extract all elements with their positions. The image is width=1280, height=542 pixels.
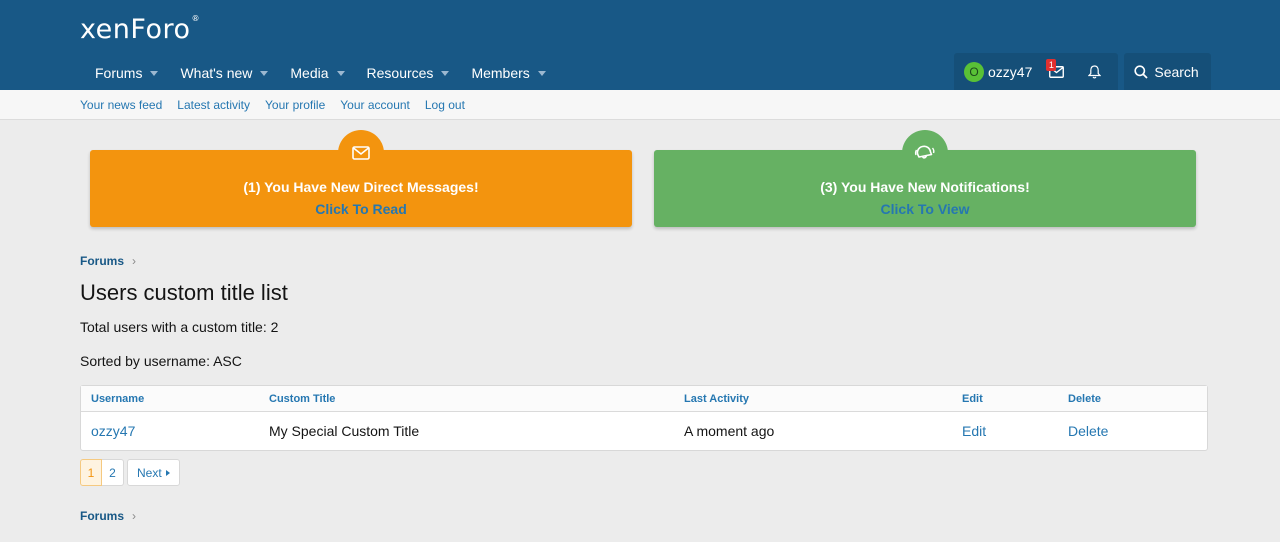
notifications-notice-link[interactable]: Click To View — [654, 201, 1196, 217]
breadcrumb: Forums › — [80, 254, 136, 268]
chevron-down-icon[interactable] — [441, 70, 450, 76]
inbox-button[interactable]: 1 — [1042, 53, 1071, 90]
notifications-notice-text: (3) You Have New Notifications! — [820, 179, 1030, 195]
header-last-activity[interactable]: Last Activity — [684, 393, 749, 405]
pagination: 1 2 Next — [80, 459, 180, 486]
subnav-news-feed[interactable]: Your news feed — [80, 98, 162, 112]
avatar: O — [964, 61, 984, 82]
bell-icon — [1087, 64, 1101, 78]
row-custom-title: My Special Custom Title — [269, 423, 420, 439]
search-icon — [1134, 64, 1148, 79]
messages-notice-badge — [338, 130, 384, 176]
next-page-label: Next — [137, 465, 162, 480]
breadcrumb-bottom: Forums › — [80, 509, 136, 523]
bell-icon — [914, 145, 935, 159]
search-label: Search — [1154, 63, 1199, 80]
chevron-down-icon[interactable] — [537, 70, 546, 76]
breadcrumb-forums-bottom[interactable]: Forums — [80, 509, 124, 523]
table-row: ozzy47 My Special Custom Title A moment … — [81, 412, 1207, 450]
envelope-icon — [352, 146, 370, 160]
total-count-text: Total users with a custom title: 2 — [80, 319, 279, 335]
chevron-down-icon[interactable] — [150, 70, 159, 76]
chevron-down-icon[interactable] — [260, 70, 269, 76]
page-2-button[interactable]: 2 — [102, 459, 124, 486]
nav-members[interactable]: Members — [460, 56, 556, 90]
main-nav: Forums What's new Media Resources Member… — [84, 56, 557, 90]
search-button[interactable]: Search — [1124, 53, 1211, 90]
nav-whats-new[interactable]: What's new — [169, 56, 279, 90]
subnav-your-account[interactable]: Your account — [340, 98, 410, 112]
breadcrumb-forums[interactable]: Forums — [80, 254, 124, 268]
subnav-your-profile[interactable]: Your profile — [265, 98, 325, 112]
sub-nav: Your news feed Latest activity Your prof… — [0, 90, 1280, 120]
table-header: Username Custom Title Last Activity Edit… — [81, 386, 1207, 412]
header-delete: Delete — [1068, 393, 1102, 405]
subnav-latest-activity[interactable]: Latest activity — [177, 98, 250, 112]
header-edit: Edit — [962, 393, 983, 405]
sort-order-text: Sorted by username: ASC — [80, 353, 242, 369]
username: ozzy47 — [988, 63, 1033, 80]
nav-resources[interactable]: Resources — [356, 56, 461, 90]
messages-notice-text: (1) You Have New Direct Messages! — [243, 179, 479, 195]
row-last-activity: A moment ago — [684, 423, 775, 439]
messages-notice-link[interactable]: Click To Read — [90, 201, 632, 217]
custom-title-table: Username Custom Title Last Activity Edit… — [80, 385, 1208, 451]
messages-notice[interactable]: (1) You Have New Direct Messages! Click … — [90, 130, 632, 227]
notifications-notice-badge — [902, 130, 948, 176]
header-custom-title[interactable]: Custom Title — [269, 393, 335, 405]
user-tools: O ozzy47 1 Search — [954, 53, 1211, 90]
chevron-right-icon: › — [132, 509, 137, 523]
row-delete-link[interactable]: Delete — [1068, 423, 1108, 439]
row-username-link[interactable]: ozzy47 — [91, 423, 135, 439]
inbox-badge: 1 — [1046, 59, 1057, 71]
header-username[interactable]: Username — [91, 393, 144, 405]
site-header: xenForo® Forums What's new Media Resourc… — [0, 0, 1280, 90]
page-title: Users custom title list — [80, 280, 288, 305]
chevron-right-icon — [165, 469, 170, 476]
page-1-button[interactable]: 1 — [80, 459, 102, 486]
alerts-button[interactable] — [1070, 53, 1119, 90]
nav-forums[interactable]: Forums — [84, 56, 169, 90]
subnav-log-out[interactable]: Log out — [425, 98, 465, 112]
chevron-down-icon[interactable] — [336, 70, 345, 76]
notifications-notice[interactable]: (3) You Have New Notifications! Click To… — [654, 130, 1196, 227]
chevron-right-icon: › — [132, 254, 137, 268]
account-button[interactable]: O ozzy47 — [954, 53, 1043, 90]
site-logo[interactable]: xenForo® — [80, 14, 200, 45]
next-page-button[interactable]: Next — [127, 459, 180, 486]
row-edit-link[interactable]: Edit — [962, 423, 986, 439]
nav-media[interactable]: Media — [279, 56, 355, 90]
